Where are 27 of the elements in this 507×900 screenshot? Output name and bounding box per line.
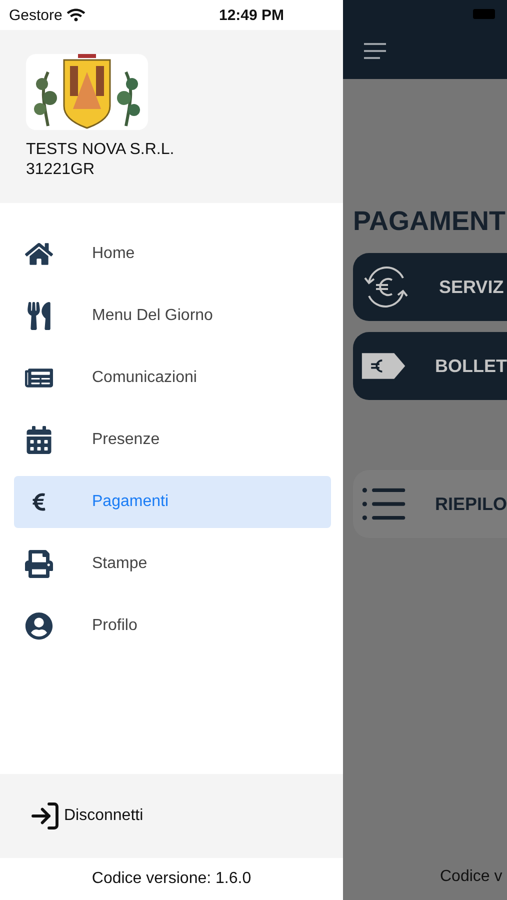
home-icon [25,240,53,268]
logout-link[interactable]: Disconnetti [64,807,144,825]
menu-card[interactable]: BOLLET [353,332,507,400]
menu-item[interactable]: Home [14,228,331,280]
menu-card[interactable]: SERVIZ [353,253,507,321]
printer-icon [25,550,53,578]
fork-knife-icon [25,302,53,330]
price-tag-icon [361,350,407,382]
version-label: Codice versione: 1.6.0 [90,869,252,889]
carrier-label: Gestore [9,6,62,24]
company-code: 31221GR [26,160,96,180]
user-icon [25,612,53,640]
menu-item[interactable]: Menu Del Giorno [14,290,331,342]
menu-item[interactable]: Comunicazioni [14,352,331,404]
company-name: TESTS NOVA S.R.L. [26,140,176,160]
version-label: Codice v [439,868,504,887]
menu-item[interactable]: Stampe [14,538,331,590]
clock: 12:49 PM [219,6,284,24]
wifi-icon [67,6,86,24]
menu-item[interactable]: Profilo [14,600,331,652]
page-title: PAGAMENT [353,206,506,237]
menu-card[interactable]: RIEPILO [353,470,507,538]
menu-item[interactable]: Presenze [14,414,331,466]
menu-icon[interactable] [364,43,386,59]
logout-icon [29,800,61,832]
calendar-icon [25,426,53,454]
battery-icon [473,9,495,19]
